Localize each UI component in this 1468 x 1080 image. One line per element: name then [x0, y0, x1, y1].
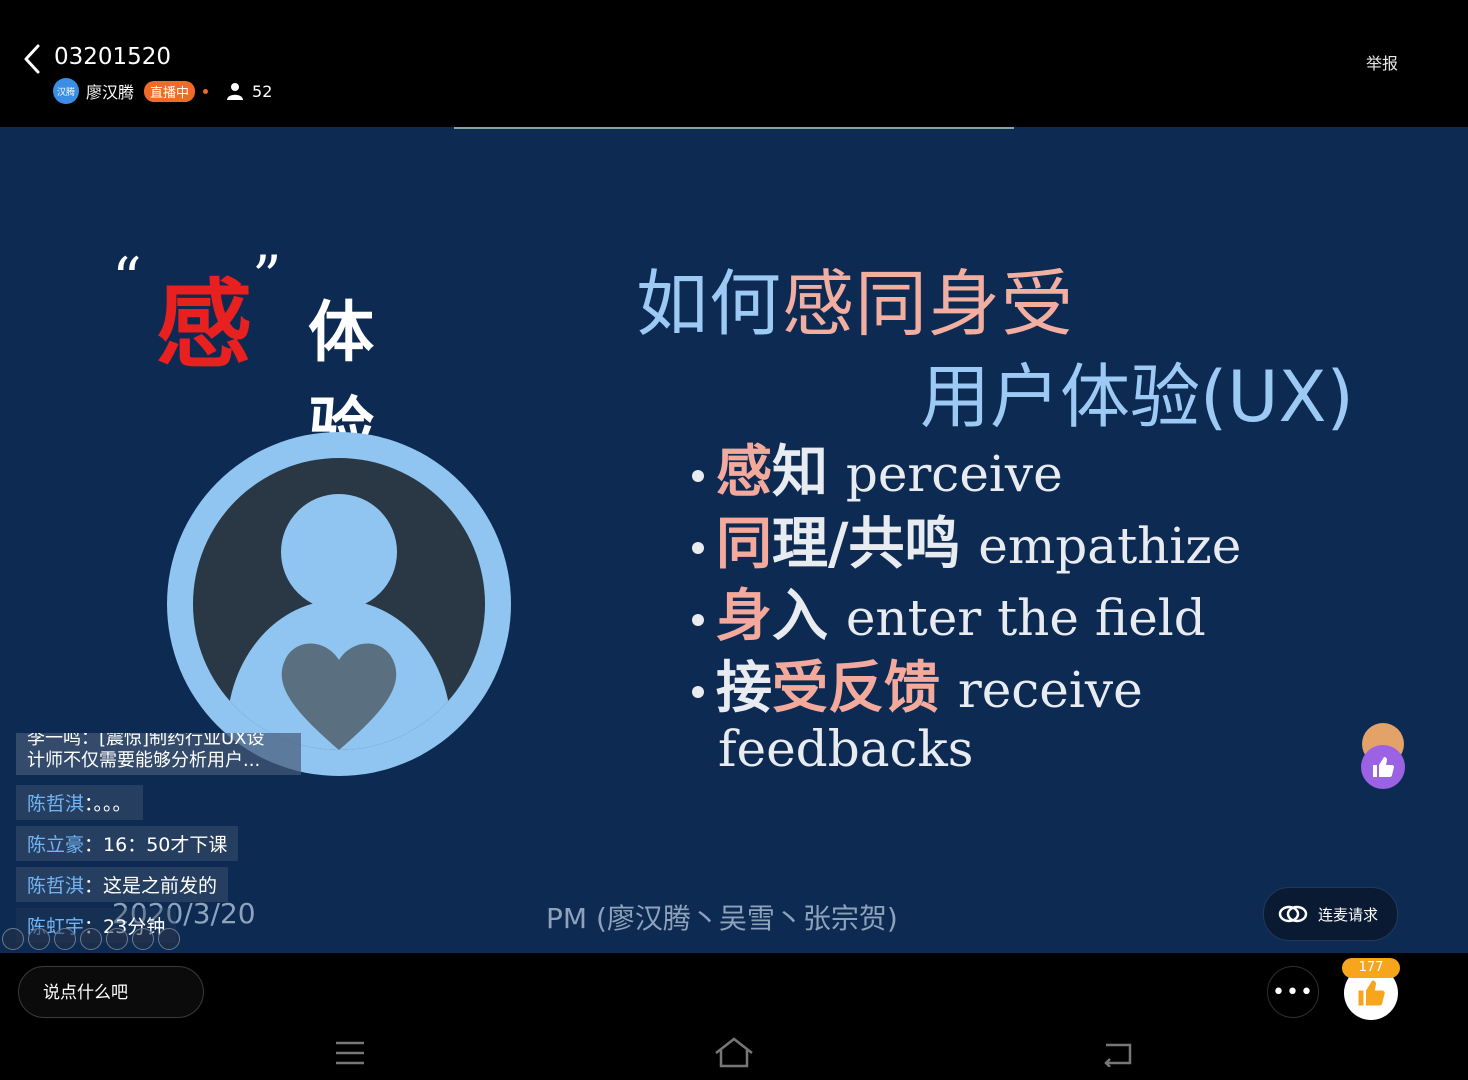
bullet-cn: 知 — [772, 440, 828, 505]
home-icon[interactable] — [714, 1037, 754, 1069]
thumbs-up-icon[interactable] — [1361, 745, 1405, 789]
chat-username[interactable]: 陈哲淇 — [27, 793, 84, 815]
main-title-part-1: 如何 — [636, 262, 783, 346]
quote-open: “ — [112, 245, 142, 313]
viewer-count: 52 — [252, 81, 273, 101]
chat-text: 这是之前发的 — [103, 875, 218, 897]
rewind-icon[interactable] — [2, 928, 24, 950]
bullet-item: 接受反馈 receive — [692, 643, 1241, 721]
title-highlight-char: 感 — [156, 269, 252, 381]
comment-input[interactable]: 说点什么吧 — [18, 966, 204, 1018]
live-dot-icon — [203, 88, 209, 94]
edit-icon[interactable] — [54, 928, 76, 950]
bullet-cn: 受反馈 — [772, 656, 940, 721]
menu-small-icon[interactable] — [132, 928, 154, 950]
chat-sep: ： — [84, 793, 94, 815]
bullet-cn: 入 — [772, 584, 828, 649]
person-icon — [227, 83, 244, 100]
chat-text: 。。。 — [93, 793, 132, 815]
chat-message: 陈哲淇：。。。 — [16, 785, 143, 820]
chevron-left-icon[interactable] — [18, 42, 48, 76]
slide-main-title: 如何感同身受 — [636, 245, 1074, 350]
bullet-item: 感知 perceive — [692, 427, 1241, 505]
play-icon[interactable] — [28, 928, 50, 950]
report-button[interactable]: 举报 — [1366, 50, 1398, 74]
chat-username[interactable]: 陈哲淇 — [27, 875, 84, 897]
avatar[interactable]: 汉腾 — [53, 78, 79, 104]
mic-request-button[interactable]: 连麦请求 — [1263, 887, 1398, 941]
chat-username[interactable]: 陈立豪 — [27, 834, 84, 856]
quote-close: ” — [252, 243, 282, 311]
chat-text: 16：50才下课 — [103, 834, 228, 856]
top-bar: 03201520 汉腾 廖汉腾 直播中 52 举报 — [0, 0, 1468, 127]
more-options-button[interactable]: ••• — [1267, 966, 1319, 1018]
bullet-en: enter the field — [845, 589, 1206, 647]
main-title-part-2: 感同身受 — [782, 262, 1075, 346]
chat-sep: ： — [84, 875, 104, 897]
bullet-list: 感知 perceive 同理/共鸣 empathize 身入 enter the… — [692, 427, 1241, 787]
copy-icon[interactable] — [80, 928, 102, 950]
menu-icon[interactable] — [336, 1041, 364, 1065]
bullet-cn: 理/共鸣 — [772, 512, 961, 577]
link-icon — [1278, 905, 1308, 923]
bullet-continuation-text: feedbacks — [718, 720, 974, 778]
chat-message-line: 计师不仅需要能够分析用户... — [27, 750, 261, 771]
bullet-item: 身入 enter the field — [692, 571, 1241, 649]
bullet-cn: 身 — [716, 584, 772, 649]
more-small-icon[interactable] — [158, 928, 180, 950]
player-controls — [2, 928, 180, 950]
slide-progress-line — [454, 127, 1014, 129]
bullet-en: perceive — [845, 445, 1063, 503]
bullet-cn: 同 — [716, 512, 772, 577]
back-icon[interactable] — [1102, 1041, 1134, 1067]
mic-request-label: 连麦请求 — [1318, 905, 1379, 924]
bullet-cn: 感 — [716, 440, 772, 505]
chat-message: 李一鸣：[震惊]制药行业UX设 计师不仅需要能够分析用户... — [16, 733, 301, 775]
bullet-item: 同理/共鸣 empathize — [692, 499, 1241, 577]
bottom-bar: 说点什么吧 ••• 177 — [0, 953, 1468, 1080]
thumbs-up-icon — [1358, 980, 1385, 1006]
slide-footer: PM (廖汉腾丶吴雪丶张宗贺) — [546, 902, 898, 935]
bullet-continuation: feedbacks — [692, 715, 1241, 787]
live-badge: 直播中 — [144, 80, 196, 102]
host-info: 汉腾 廖汉腾 直播中 52 — [53, 78, 272, 104]
bullet-en: empathize — [978, 517, 1242, 575]
chat-message: 陈哲淇：这是之前发的 — [16, 867, 229, 902]
like-count-badge: 177 — [1342, 958, 1400, 978]
chat-message-line: 李一鸣：[震惊]制药行业UX设 — [27, 733, 265, 749]
zoom-icon[interactable] — [106, 928, 128, 950]
chat-message: 陈立豪：16：50才下课 — [16, 826, 239, 861]
user-empathy-icon — [167, 432, 511, 776]
chat-sep: ： — [84, 834, 104, 856]
bullet-en: receive — [957, 661, 1143, 719]
bullet-cn: 接 — [716, 656, 772, 721]
room-id: 03201520 — [54, 44, 172, 70]
host-name[interactable]: 廖汉腾 — [86, 79, 134, 103]
